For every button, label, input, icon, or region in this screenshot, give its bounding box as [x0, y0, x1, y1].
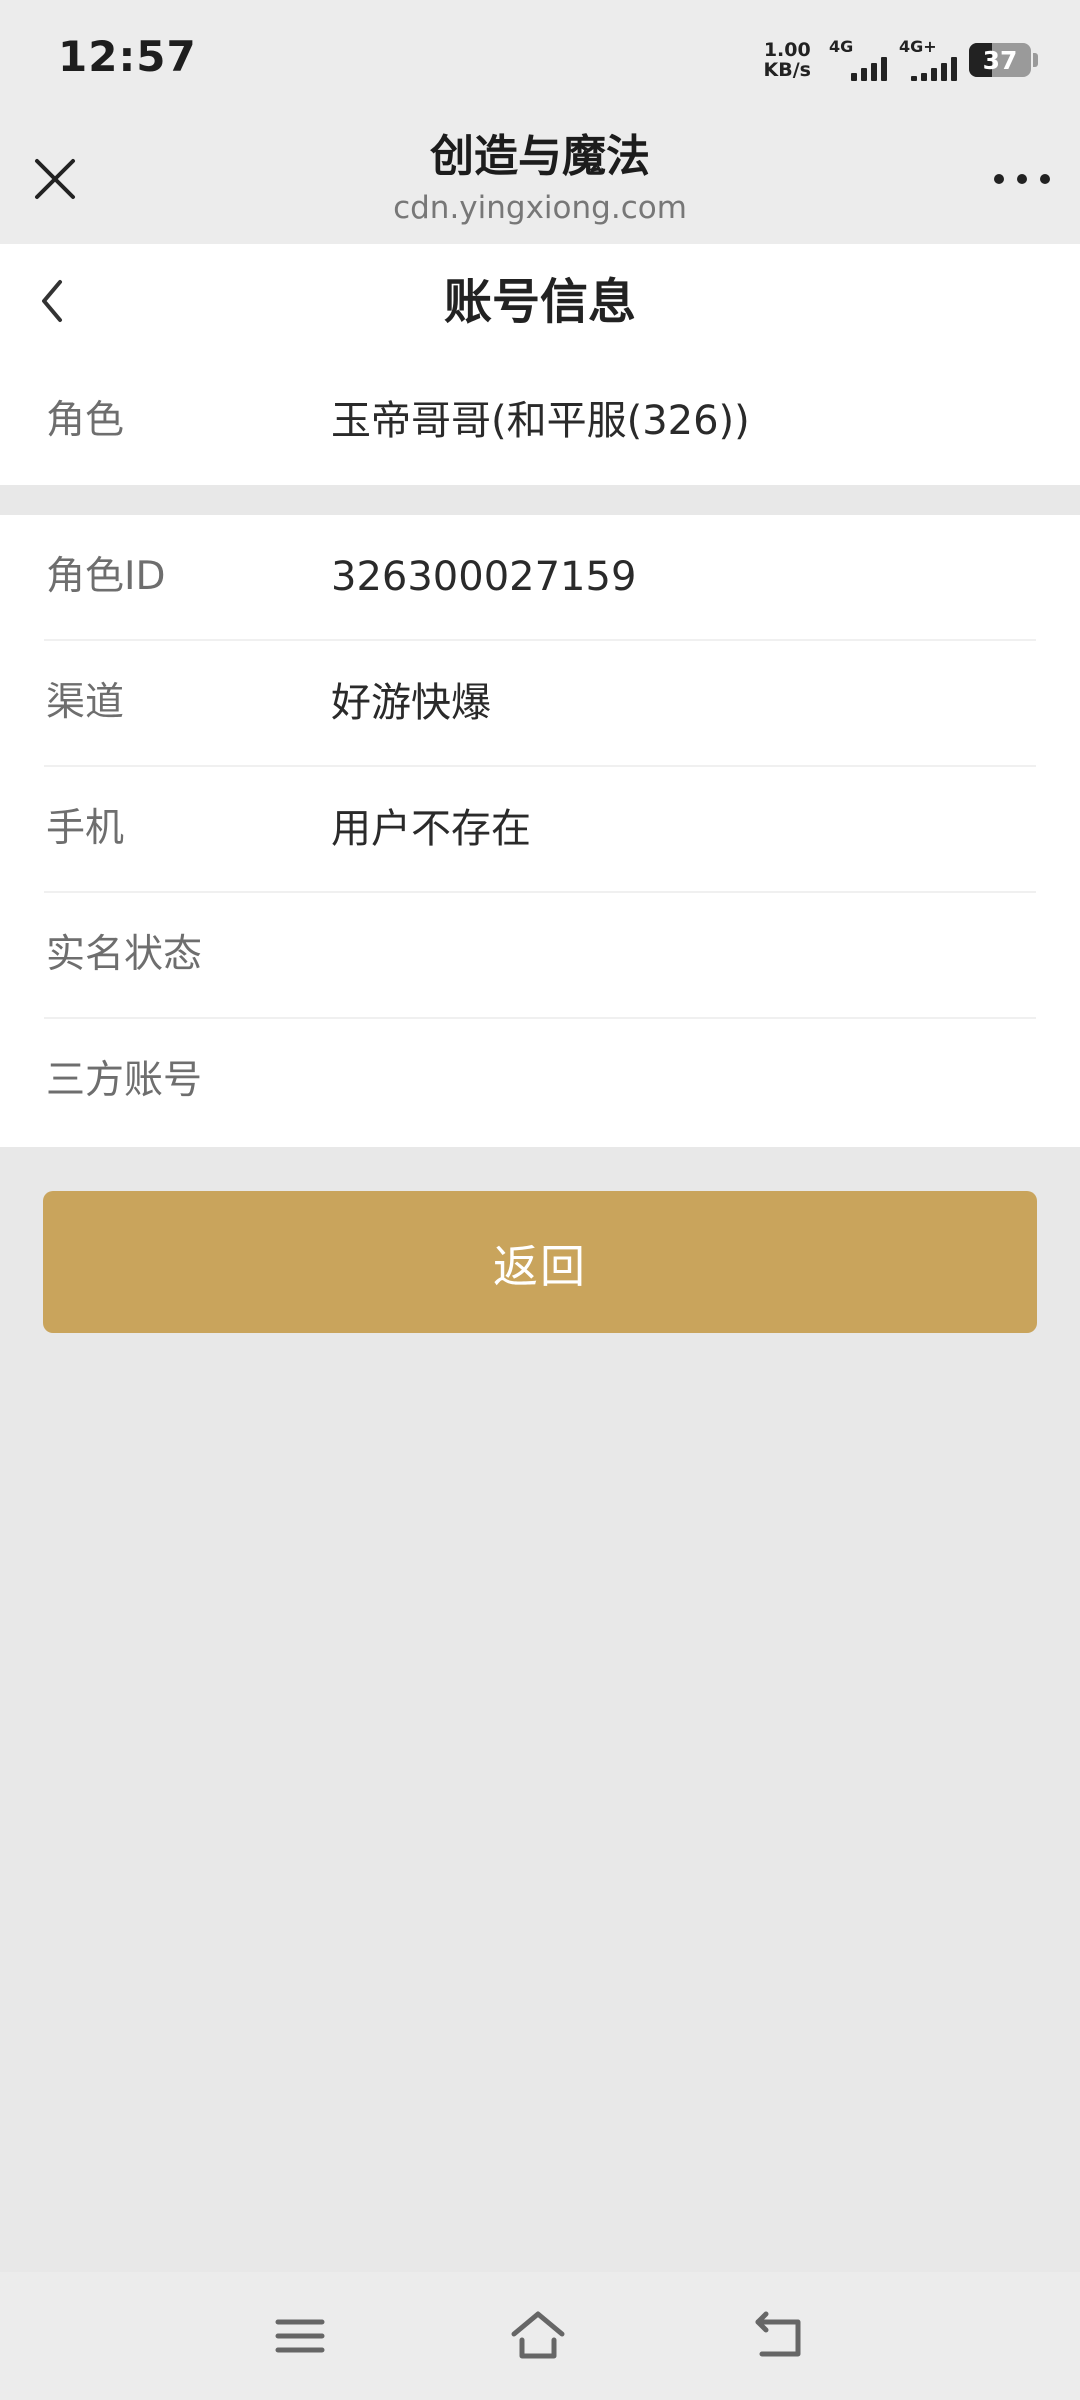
status-time: 12:57: [58, 32, 197, 81]
status-bar: 12:57 1.00 KB/s 4G 4G+ 37: [0, 0, 1080, 118]
info-row-channel: 渠道 好游快爆: [44, 641, 1036, 767]
row-label: 手机: [46, 806, 125, 851]
close-button[interactable]: [30, 154, 80, 204]
row-value: 好游快爆: [331, 680, 491, 726]
nav-home-button[interactable]: [510, 2308, 566, 2364]
more-icon: [994, 174, 1004, 184]
network-speed: 1.00 KB/s: [764, 40, 811, 80]
more-button[interactable]: [994, 164, 1050, 194]
info-row-phone: 手机 用户不存在: [44, 767, 1036, 893]
role-section: 角色 玉帝哥哥(和平服(326)): [0, 360, 1080, 485]
close-icon: [35, 159, 75, 199]
chevron-left-icon: [42, 280, 62, 322]
more-icon-dot: [1017, 174, 1027, 184]
details-section: 角色ID 326300027159 渠道 好游快爆 手机 用户不存在 实名状态 …: [0, 515, 1080, 1147]
more-icon-dot: [1040, 174, 1050, 184]
signal-icon: 4G: [829, 37, 887, 83]
signal-icon: 4G+: [899, 37, 957, 83]
info-row-role-id: 角色ID 326300027159: [44, 515, 1036, 641]
home-icon: [511, 2311, 565, 2359]
row-label: 渠道: [46, 680, 125, 725]
row-value: 玉帝哥哥(和平服(326)): [331, 398, 750, 444]
row-value: 用户不存在: [331, 806, 531, 852]
row-value: 326300027159: [331, 554, 637, 600]
app-title: 创造与魔法: [430, 131, 650, 182]
row-label: 三方账号: [46, 1058, 203, 1103]
signal-2-tag: 4G+: [899, 37, 937, 56]
page-header: 账号信息: [0, 244, 1080, 360]
title-block: 创造与魔法 cdn.yingxiong.com: [240, 128, 840, 228]
back-button[interactable]: [32, 274, 72, 328]
title-bar: 创造与魔法 cdn.yingxiong.com: [0, 118, 1080, 244]
app-domain: cdn.yingxiong.com: [393, 190, 687, 226]
status-indicators: 1.00 KB/s 4G 4G+ 37: [764, 36, 1038, 84]
row-label: 角色ID: [46, 554, 166, 599]
menu-icon: [275, 2319, 325, 2353]
battery-tip: [1033, 53, 1038, 67]
row-label: 角色: [46, 398, 125, 443]
network-speed-unit: KB/s: [763, 59, 811, 81]
info-row-role: 角色 玉帝哥哥(和平服(326)): [44, 360, 1036, 485]
return-button[interactable]: 返回: [43, 1191, 1037, 1333]
nav-menu-button[interactable]: [272, 2308, 328, 2364]
battery-icon: 37: [969, 43, 1031, 77]
info-row-verification-status: 实名状态: [44, 893, 1036, 1019]
back-icon: [755, 2311, 801, 2357]
info-row-third-party-account: 三方账号: [44, 1019, 1036, 1145]
network-speed-value: 1.00: [763, 39, 811, 61]
system-nav-bar: [0, 2272, 1080, 2400]
signal-1-tag: 4G: [829, 37, 854, 56]
nav-back-button[interactable]: [752, 2308, 808, 2364]
page-title: 账号信息: [443, 274, 636, 330]
row-label: 实名状态: [46, 932, 203, 977]
battery-level: 37: [982, 45, 1018, 75]
